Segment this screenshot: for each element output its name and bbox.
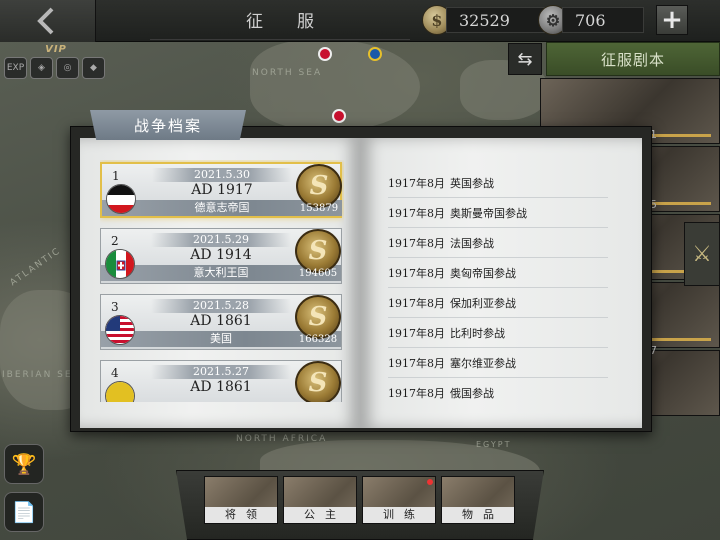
event-row: 1917年8月 英国参战 bbox=[388, 168, 608, 198]
sweden-flag-marker[interactable] bbox=[368, 47, 382, 61]
record-year: AD 1861 bbox=[190, 313, 252, 329]
record-rank: 4 bbox=[111, 366, 119, 380]
record-rank: 3 bbox=[111, 300, 119, 314]
gold-amount: 32529 bbox=[446, 7, 552, 33]
event-date: 1917年8月 bbox=[388, 176, 445, 190]
record-score: 153879 bbox=[299, 203, 339, 214]
add-currency-button[interactable]: + bbox=[656, 5, 688, 35]
swap-button[interactable]: ⇆ bbox=[508, 43, 542, 75]
denmark-flag-marker[interactable] bbox=[332, 109, 346, 123]
tab-label: 物品 bbox=[442, 507, 514, 523]
event-row: 1917年8月 比利时参战 bbox=[388, 318, 608, 348]
record-rank: 1 bbox=[112, 169, 120, 183]
tab-items[interactable]: 物品 bbox=[441, 476, 515, 524]
vip-badge-icon[interactable]: ◆ bbox=[82, 57, 105, 79]
map-label: NORTH SEA bbox=[252, 68, 323, 78]
alert-dot-icon bbox=[427, 479, 433, 485]
record-year: AD 1861 bbox=[190, 379, 252, 395]
record-year: AD 1917 bbox=[191, 182, 253, 198]
record-list[interactable]: 1 2021.5.30 AD 1917 德意志帝国 S 153879 2 202… bbox=[100, 160, 344, 402]
event-row: 1917年8月 法国参战 bbox=[388, 228, 608, 258]
italy-flag-icon bbox=[105, 249, 135, 279]
event-text: 塞尔维亚参战 bbox=[450, 356, 516, 370]
event-row: 1917年8月 奥匈帝国参战 bbox=[388, 258, 608, 288]
medal-icon: S bbox=[296, 164, 342, 208]
record-date: 2021.5.30 bbox=[152, 168, 292, 182]
event-text: 英国参战 bbox=[450, 176, 494, 190]
vip-shield-icon[interactable]: ◈ bbox=[30, 57, 53, 79]
event-text: 奥匈帝国参战 bbox=[450, 266, 516, 280]
map-label: ATLANTIC bbox=[8, 245, 64, 289]
record-score: 166328 bbox=[298, 334, 338, 345]
war-record[interactable]: 3 2021.5.28 AD 1861 美国 S 166328 bbox=[100, 294, 342, 350]
tab-princess[interactable]: 公主 bbox=[283, 476, 357, 524]
notes-icon: 📄 bbox=[11, 500, 37, 524]
gold-currency: $ 32529 bbox=[422, 5, 552, 35]
record-date: 2021.5.29 bbox=[151, 233, 291, 247]
war-record[interactable]: 2 2021.5.29 AD 1914 意大利王国 S 194605 bbox=[100, 228, 342, 284]
tab-generals[interactable]: 将领 bbox=[204, 476, 278, 524]
war-record[interactable]: 4 2021.5.27 AD 1861 S bbox=[100, 360, 342, 402]
medal-icon: S bbox=[295, 229, 341, 273]
trophy-button[interactable]: 🏆 bbox=[4, 444, 44, 484]
event-date: 1917年8月 bbox=[388, 296, 445, 310]
archive-title: 战争档案 bbox=[90, 110, 246, 140]
event-text: 俄国参战 bbox=[450, 387, 494, 400]
germany-flag-icon bbox=[106, 184, 136, 214]
event-row: 1917年8月 俄国参战 bbox=[388, 378, 608, 408]
record-date: 2021.5.27 bbox=[151, 365, 291, 379]
tab-training[interactable]: 训练 bbox=[362, 476, 436, 524]
event-date: 1917年8月 bbox=[388, 236, 445, 250]
event-row: 1917年8月 塞尔维亚参战 bbox=[388, 348, 608, 378]
event-date: 1917年8月 bbox=[388, 206, 445, 220]
medal-icon: S bbox=[295, 361, 341, 402]
record-rank: 2 bbox=[111, 234, 119, 248]
event-text: 比利时参战 bbox=[450, 326, 505, 340]
tab-label: 公主 bbox=[284, 507, 356, 523]
event-row: 1917年8月 保加利亚参战 bbox=[388, 288, 608, 318]
map-label: IBERIAN SEA bbox=[2, 370, 81, 380]
swap-arrows-icon: ⇆ bbox=[517, 48, 533, 70]
battle-button[interactable]: ⚔ bbox=[684, 222, 720, 286]
crossed-swords-icon: ⚔ bbox=[692, 241, 712, 267]
tab-label: 将领 bbox=[205, 507, 277, 523]
event-date: 1917年8月 bbox=[388, 326, 445, 340]
top-bar: 征服 $ 32529 ⚙ 706 + bbox=[0, 0, 720, 42]
notes-button[interactable]: 📄 bbox=[4, 492, 44, 532]
event-date: 1917年8月 bbox=[388, 266, 445, 280]
record-score: 194605 bbox=[298, 268, 338, 279]
event-text: 保加利亚参战 bbox=[450, 296, 516, 310]
event-text: 法国参战 bbox=[450, 236, 494, 250]
event-date: 1917年8月 bbox=[388, 387, 445, 400]
war-record[interactable]: 1 2021.5.30 AD 1917 德意志帝国 S 153879 bbox=[100, 162, 342, 218]
trophy-icon: 🏆 bbox=[11, 452, 37, 476]
record-date: 2021.5.28 bbox=[151, 299, 291, 313]
vip-exp-icon[interactable]: EXP bbox=[4, 57, 27, 79]
back-button[interactable] bbox=[0, 0, 96, 42]
usa-flag-icon bbox=[105, 315, 135, 345]
page-title: 征服 bbox=[150, 0, 410, 40]
event-text: 奥斯曼帝国参战 bbox=[450, 206, 527, 220]
silver-amount: 706 bbox=[562, 7, 644, 33]
record-year: AD 1914 bbox=[190, 247, 252, 263]
conquest-scenario-button[interactable]: 征服剧本 bbox=[546, 42, 720, 76]
silver-currency: ⚙ 706 bbox=[538, 5, 644, 35]
vip-label: VIP bbox=[45, 44, 67, 55]
chevron-left-icon bbox=[37, 7, 54, 35]
event-date: 1917年8月 bbox=[388, 356, 445, 370]
yellow-flag-icon bbox=[105, 381, 135, 402]
event-row: 1917年8月 奥斯曼帝国参战 bbox=[388, 198, 608, 228]
tab-label: 训练 bbox=[363, 507, 435, 523]
medal-icon: S bbox=[295, 295, 341, 339]
map-label: NORTH AFRICA bbox=[236, 434, 328, 444]
map-label: EGYPT bbox=[476, 440, 512, 449]
vip-helmet-icon[interactable]: ◎ bbox=[56, 57, 79, 79]
norway-flag-marker[interactable] bbox=[318, 47, 332, 61]
vip-bar[interactable]: VIP EXP ◈ ◎ ◆ bbox=[4, 44, 108, 80]
